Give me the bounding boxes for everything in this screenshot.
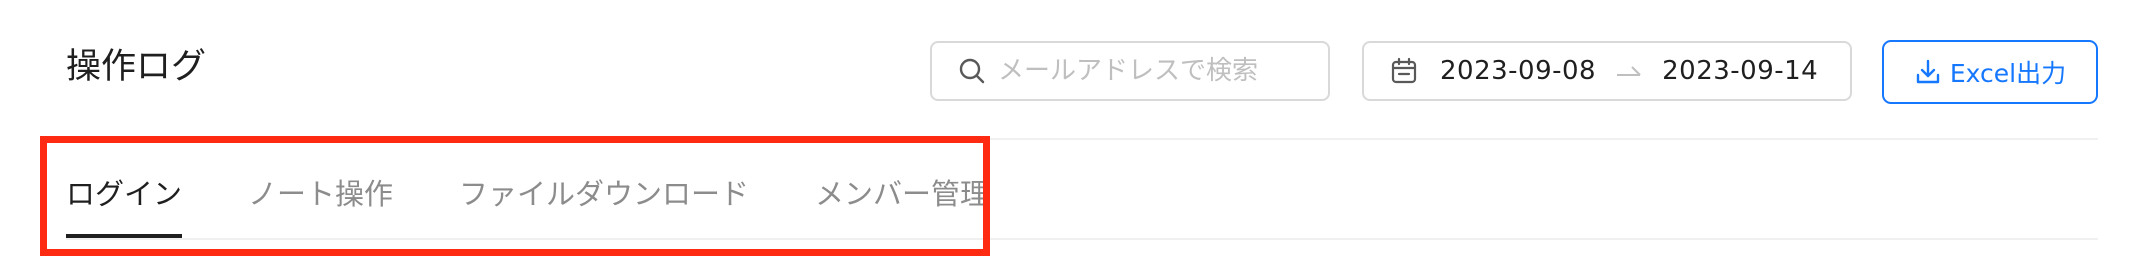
date-range-picker[interactable]: 2023-09-08 2023-09-14 — [1362, 41, 1852, 101]
search-box[interactable] — [930, 41, 1330, 101]
search-input[interactable] — [998, 56, 1318, 86]
tabs-divider — [66, 238, 2098, 240]
date-range-end[interactable]: 2023-09-14 — [1662, 56, 1818, 86]
tab-login[interactable]: ログイン — [66, 150, 183, 238]
header-divider — [66, 138, 2098, 140]
calendar-icon — [1390, 57, 1418, 85]
arrow-right-icon — [1616, 64, 1642, 78]
date-range-start[interactable]: 2023-09-08 — [1440, 56, 1596, 86]
search-icon — [958, 57, 986, 85]
excel-export-button[interactable]: Excel出力 — [1882, 40, 2098, 104]
page-title: 操作ログ — [66, 47, 207, 87]
tab-bar: ログイン ノート操作 ファイルダウンロード メンバー管理 — [66, 150, 989, 238]
tab-note-operation[interactable]: ノート操作 — [248, 150, 393, 238]
download-icon — [1914, 58, 1942, 86]
excel-export-label: Excel出力 — [1949, 59, 2067, 88]
operation-log-page: 操作ログ 2023-09-08 2023-09 — [0, 0, 2150, 274]
tab-member-management[interactable]: メンバー管理 — [815, 150, 989, 238]
tab-file-download[interactable]: ファイルダウンロード — [459, 150, 749, 238]
